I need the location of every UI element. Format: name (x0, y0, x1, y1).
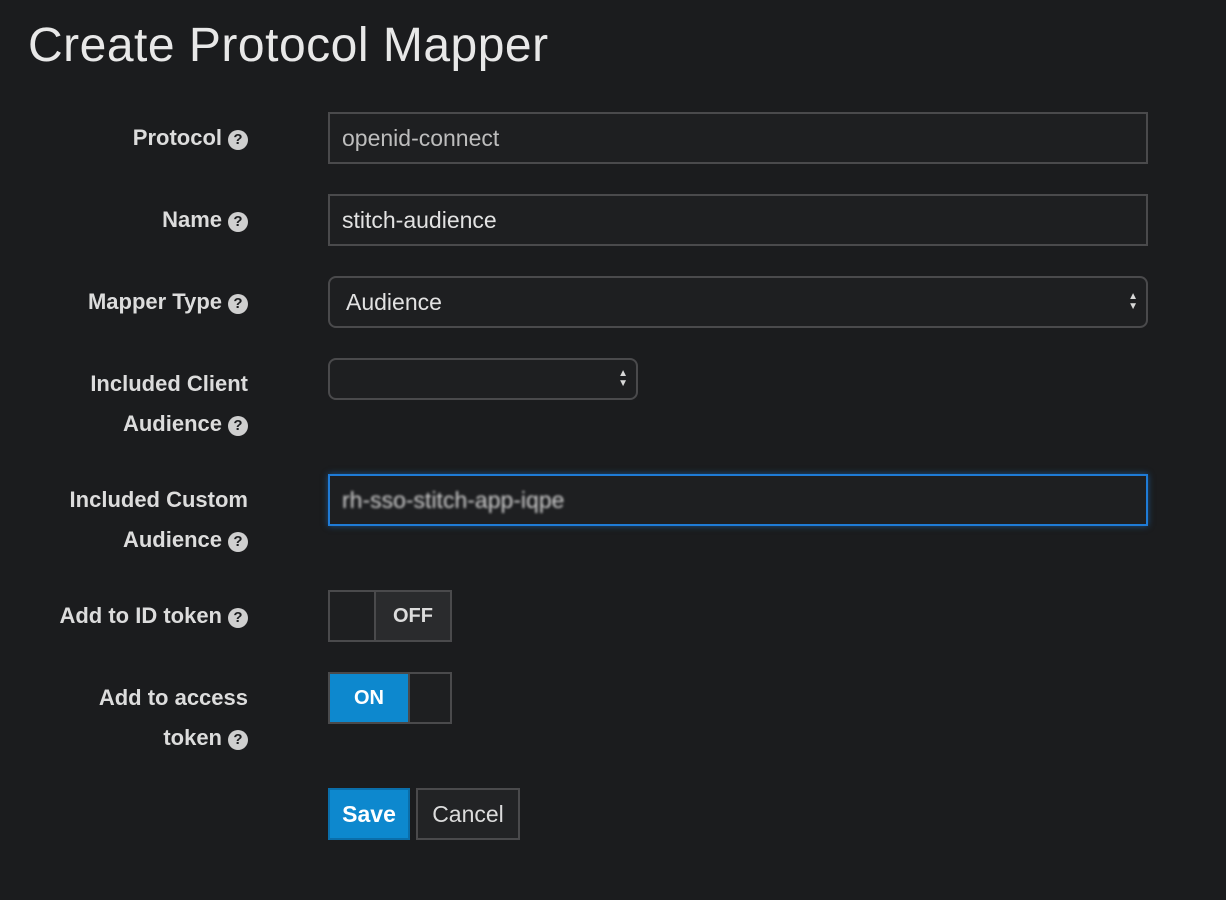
save-button[interactable]: Save (328, 788, 410, 840)
help-icon[interactable]: ? (228, 730, 248, 750)
included-custom-audience-label: Included Custom Audience? (69, 487, 248, 552)
mapper-type-label: Mapper Type? (88, 282, 248, 322)
help-icon[interactable]: ? (228, 212, 248, 232)
add-to-id-token-toggle[interactable]: OFF (328, 590, 452, 642)
help-icon[interactable]: ? (228, 608, 248, 628)
included-client-audience-select[interactable]: ▲ ▼ (328, 358, 638, 400)
sort-arrows-icon: ▲ ▼ (1128, 291, 1138, 312)
toggle-knob (330, 592, 374, 640)
cancel-button[interactable]: Cancel (416, 788, 520, 840)
help-icon[interactable]: ? (228, 532, 248, 552)
page-title: Create Protocol Mapper (28, 19, 549, 72)
toggle-state-label: ON (330, 674, 408, 722)
help-icon[interactable]: ? (228, 294, 248, 314)
protocol-field: openid-connect (328, 112, 1148, 164)
toggle-state-label: OFF (374, 592, 450, 640)
mapper-type-select[interactable]: Audience ▲ ▼ (328, 276, 1148, 328)
name-label: Name? (162, 200, 248, 240)
included-custom-audience-input[interactable]: rh-sso-stitch-app-iqpe (328, 474, 1148, 526)
sort-arrows-icon: ▲ ▼ (618, 368, 628, 389)
help-icon[interactable]: ? (228, 416, 248, 436)
protocol-label: Protocol? (133, 118, 248, 158)
help-icon[interactable]: ? (228, 130, 248, 150)
toggle-knob (408, 674, 450, 722)
name-input[interactable]: stitch-audience (328, 194, 1148, 246)
included-client-audience-label: Included Client Audience? (90, 371, 248, 436)
add-to-access-token-toggle[interactable]: ON (328, 672, 452, 724)
add-to-access-token-label: Add to access token? (98, 685, 248, 750)
add-to-id-token-label: Add to ID token? (59, 596, 248, 636)
